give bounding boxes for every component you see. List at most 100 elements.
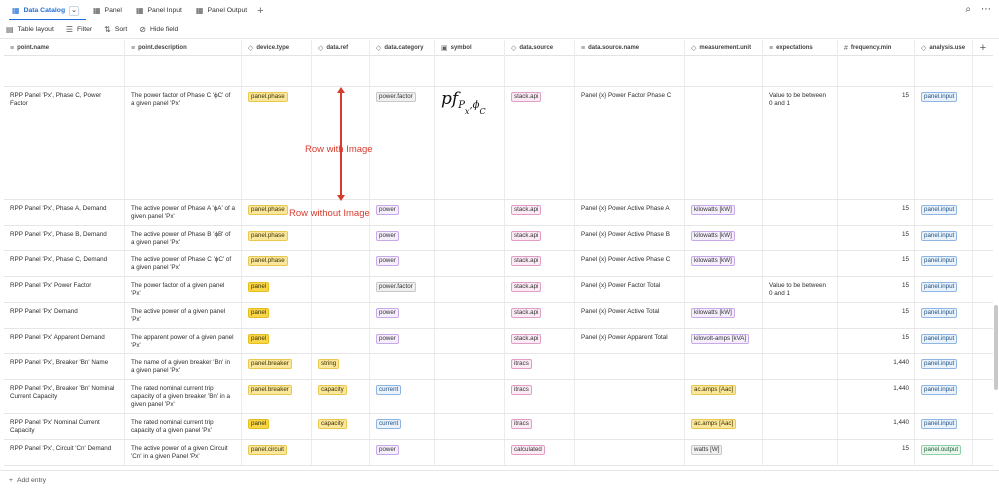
cell-data-category[interactable]: power xyxy=(370,251,435,276)
cell-data-source[interactable]: stack.api xyxy=(505,251,575,276)
cell-source-name[interactable] xyxy=(575,414,685,439)
cell-analysis-use[interactable]: panel.input xyxy=(915,380,973,413)
search-icon[interactable]: ⌕ xyxy=(965,4,971,15)
cell-description[interactable]: The active power of Phase B 'ϕB' of a gi… xyxy=(125,226,242,250)
cell-data-ref[interactable] xyxy=(312,277,370,302)
cell-data-source[interactable]: itracs xyxy=(505,380,575,413)
cell-name[interactable]: RPP Panel 'Px' Demand xyxy=(4,303,125,328)
cell-frequency[interactable]: 15 xyxy=(838,303,915,328)
table-row[interactable]: RPP Panel 'Px' Demand The active power of… xyxy=(4,303,993,329)
cell-symbol[interactable] xyxy=(435,303,505,328)
cell-description[interactable]: The rated nominal current trip capacity … xyxy=(125,380,242,413)
cell-symbol[interactable]: pfPx,ϕC xyxy=(435,87,505,199)
cell-description[interactable]: The power factor of Phase C 'ϕC' of a gi… xyxy=(125,87,242,199)
tab-data-catalog[interactable]: ▦ Data Catalog ⌄ xyxy=(5,0,86,21)
cell-device-type[interactable]: panel xyxy=(242,329,312,353)
cell-frequency[interactable]: 1,440 xyxy=(838,380,915,413)
cell-frequency[interactable]: 15 xyxy=(838,87,915,199)
column-header-point-description[interactable]: ≡ point.description xyxy=(125,40,242,56)
cell-unit[interactable] xyxy=(685,354,763,379)
cell-data-category[interactable]: power.factor xyxy=(370,87,435,199)
table-row[interactable]: RPP Panel 'Px' Nominal Current Capacity T… xyxy=(4,414,993,440)
table-row[interactable]: RPP Panel 'Px', Phase C, Demand The activ… xyxy=(4,251,993,277)
tab-panel-input[interactable]: ▦ Panel Input xyxy=(129,0,189,21)
cell-unit[interactable]: kilowatts [kW] xyxy=(685,226,763,250)
cell-symbol[interactable] xyxy=(435,380,505,413)
cell-data-source[interactable]: stack.api xyxy=(505,200,575,225)
cell-data-category[interactable]: current xyxy=(370,380,435,413)
cell-device-type[interactable]: panel.breaker xyxy=(242,380,312,413)
cell-analysis-use[interactable]: panel.input xyxy=(915,414,973,439)
cell-symbol[interactable] xyxy=(435,251,505,276)
cell-data-category[interactable]: current xyxy=(370,414,435,439)
cell-description[interactable]: The power factor of a given panel 'Px' xyxy=(125,277,242,302)
cell-frequency[interactable]: 15 xyxy=(838,277,915,302)
column-header-device-type[interactable]: ◇ device.type xyxy=(242,40,312,56)
cell-name[interactable] xyxy=(4,56,125,86)
cell-name[interactable]: RPP Panel 'Px', Phase A, Demand xyxy=(4,200,125,225)
cell-name[interactable]: RPP Panel 'Px', Phase C, Power Factor xyxy=(4,87,125,199)
table-row[interactable]: RPP Panel 'Px', Breaker 'Bn' Name The nam… xyxy=(4,354,993,380)
cell-analysis-use[interactable]: panel.input xyxy=(915,277,973,302)
cell-data-source[interactable]: stack.api xyxy=(505,277,575,302)
cell-analysis-use[interactable]: panel.input xyxy=(915,200,973,225)
cell-symbol[interactable] xyxy=(435,440,505,465)
hide-field-button[interactable]: ⊘ Hide field xyxy=(139,25,178,34)
cell-description[interactable]: The active power of Phase C 'ϕC' of a gi… xyxy=(125,251,242,276)
cell-analysis-use[interactable]: panel.input xyxy=(915,226,973,250)
cell-name[interactable]: RPP Panel 'Px', Breaker 'Bn' Nominal Cur… xyxy=(4,380,125,413)
cell-device-type[interactable] xyxy=(242,56,312,86)
column-header-expectations[interactable]: ≡ expectations xyxy=(763,40,838,56)
cell-data-source[interactable]: itracs xyxy=(505,414,575,439)
cell-unit[interactable]: kilowatts [kW] xyxy=(685,200,763,225)
cell-expectations[interactable] xyxy=(763,251,838,276)
cell-symbol[interactable] xyxy=(435,277,505,302)
cell-source-name[interactable]: Panel {x} Power Factor Total xyxy=(575,277,685,302)
cell-data-ref[interactable]: capacity xyxy=(312,380,370,413)
table-row[interactable]: RPP Panel 'Px', Phase C, Power Factor The… xyxy=(4,87,993,200)
cell-name[interactable]: RPP Panel 'Px' Apparent Demand xyxy=(4,329,125,353)
add-column-icon[interactable]: + xyxy=(973,40,993,56)
cell-analysis-use[interactable]: panel.input xyxy=(915,329,973,353)
cell-data-ref[interactable]: capacity xyxy=(312,414,370,439)
table-row[interactable]: RPP Panel 'Px' Apparent Demand The appare… xyxy=(4,329,993,354)
cell-description[interactable]: The active power of a given panel 'Px' xyxy=(125,303,242,328)
cell-data-category[interactable]: power xyxy=(370,440,435,465)
cell-analysis-use[interactable]: panel.input xyxy=(915,87,973,199)
column-header-data-source[interactable]: ◇ data.source xyxy=(505,40,575,56)
cell-device-type[interactable]: panel.phase xyxy=(242,226,312,250)
cell-name[interactable]: RPP Panel 'Px' Nominal Current Capacity xyxy=(4,414,125,439)
column-header-data-source-name[interactable]: ≡ data.source.name xyxy=(575,40,685,56)
cell-source-name[interactable]: Panel {x} Power Active Total xyxy=(575,303,685,328)
table-row[interactable]: RPP Panel 'Px', Breaker 'Bn' Nominal Cur… xyxy=(4,380,993,414)
cell-symbol[interactable] xyxy=(435,200,505,225)
cell-frequency[interactable]: 15 xyxy=(838,329,915,353)
column-header-measurement-unit[interactable]: ◇ measurement.unit xyxy=(685,40,763,56)
cell-expectations[interactable] xyxy=(763,329,838,353)
cell-analysis-use[interactable] xyxy=(915,56,973,86)
cell-data-ref[interactable]: string xyxy=(312,354,370,379)
table-row[interactable] xyxy=(4,56,993,87)
cell-data-category[interactable]: power xyxy=(370,200,435,225)
cell-description[interactable]: The rated nominal current trip capacity … xyxy=(125,414,242,439)
cell-expectations[interactable] xyxy=(763,414,838,439)
cell-symbol[interactable] xyxy=(435,329,505,353)
cell-description[interactable]: The name of a given breaker 'Bn' in a gi… xyxy=(125,354,242,379)
cell-device-type[interactable]: panel.phase xyxy=(242,87,312,199)
tab-panel[interactable]: ▦ Panel xyxy=(86,0,129,21)
cell-data-category[interactable]: power.factor xyxy=(370,277,435,302)
cell-source-name[interactable]: Panel {x} Power Active Phase B xyxy=(575,226,685,250)
cell-data-category[interactable] xyxy=(370,56,435,86)
cell-analysis-use[interactable]: panel.output xyxy=(915,440,973,465)
cell-data-source[interactable]: stack.api xyxy=(505,226,575,250)
cell-frequency[interactable]: 15 xyxy=(838,200,915,225)
cell-data-source[interactable]: calculated xyxy=(505,440,575,465)
column-header-analysis-use[interactable]: ◇ analysis.use xyxy=(915,40,973,56)
cell-name[interactable]: RPP Panel 'Px' Power Factor xyxy=(4,277,125,302)
table-layout-button[interactable]: ▤ Table layout xyxy=(6,25,54,34)
cell-data-source[interactable]: stack.api xyxy=(505,329,575,353)
cell-analysis-use[interactable]: panel.input xyxy=(915,251,973,276)
cell-device-type[interactable]: panel xyxy=(242,414,312,439)
cell-data-ref[interactable] xyxy=(312,303,370,328)
cell-source-name[interactable]: Panel {x} Power Apparent Total xyxy=(575,329,685,353)
